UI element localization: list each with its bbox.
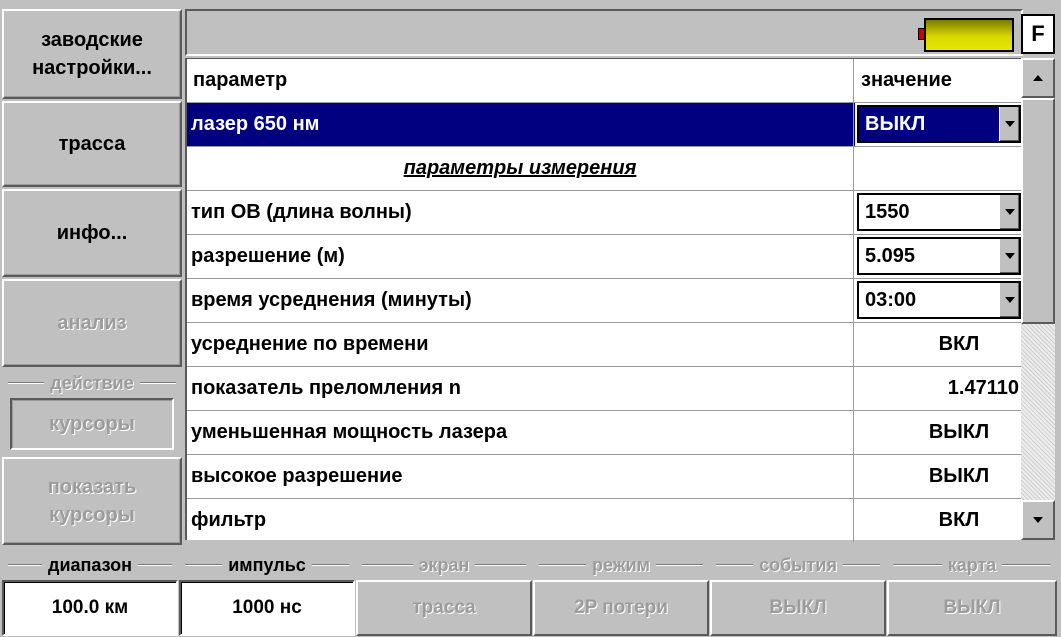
table-row[interactable]: уменьшенная мощность лазера ВЫКЛ [187,411,1023,455]
events-value: ВЫКЛ [769,597,827,618]
row-param: разрешение (м) [187,235,854,278]
events-label: события [759,554,837,575]
vertical-scrollbar[interactable] [1021,58,1055,540]
cursors-button[interactable]: курсоры [10,398,174,450]
table-row[interactable]: высокое разрешение ВЫКЛ [187,455,1023,499]
scroll-thumb[interactable] [1021,98,1055,324]
status-bar [185,9,1023,56]
chevron-down-icon[interactable] [999,239,1019,273]
table-row[interactable]: разрешение (м) 5.095 [187,235,1023,279]
row-param: тип ОВ (длина волны) [187,191,854,234]
map-value: ВЫКЛ [943,597,1001,618]
f-button-label: F [1031,21,1045,46]
combo-value: 03:00 [865,288,917,311]
mode-group: режим 2P потери [533,552,709,636]
row-param: время усреднения (минуты) [187,279,854,322]
screen-button[interactable]: трасса [356,580,532,636]
info-label: инфо... [56,222,128,244]
table-row[interactable]: показатель преломления n 1.47110 [187,367,1023,411]
trace-button[interactable]: трасса [2,101,182,187]
row-param: фильтр [187,499,854,542]
row-value[interactable]: 1.47110 [855,367,1023,410]
row-value[interactable]: ВКЛ [855,323,1023,366]
pulse-group: импульс 1000 нс [179,552,355,636]
row-value-cell: ВЫКЛ [855,103,1023,146]
range-group: диапазон 100.0 км [2,552,178,636]
range-value: 100.0 км [51,597,129,618]
row-value[interactable]: ВЫКЛ [855,455,1023,498]
mode-button[interactable]: 2P потери [533,580,709,636]
row-param: уменьшенная мощность лазера [187,411,854,454]
pulse-label: импульс [228,554,306,575]
f-button[interactable]: F [1021,14,1055,54]
chevron-down-icon[interactable] [999,195,1019,229]
row-param: высокое разрешение [187,455,854,498]
row-value-cell: 1550 [855,191,1023,234]
table-header: параметр значение [187,59,1023,103]
combo-value: 1550 [865,200,910,223]
table-row[interactable]: лазер 650 нм ВЫКЛ [187,103,1023,147]
info-button[interactable]: инфо... [2,189,182,277]
header-param: параметр [187,59,854,102]
range-label: диапазон [48,554,132,575]
screen-label: экран [418,554,470,575]
scroll-down-icon[interactable] [1021,500,1055,540]
table-row[interactable]: тип ОВ (длина волны) 1550 [187,191,1023,235]
screen-value: трасса [412,597,476,618]
row-value-cell: 03:00 [855,279,1023,322]
range-field[interactable]: 100.0 км [2,580,178,636]
show-cursors-label: показать курсоры [47,476,137,526]
laser650-select[interactable]: ВЫКЛ [857,105,1021,143]
action-group-label: действие [2,372,182,394]
row-param: лазер 650 нм [187,103,854,146]
row-value[interactable]: ВКЛ [855,499,1023,542]
trace-label: трасса [58,133,126,155]
row-value[interactable]: ВЫКЛ [855,411,1023,454]
row-value-cell: 5.095 [855,235,1023,278]
row-value-cell [855,147,1023,190]
combo-value: 5.095 [865,244,916,267]
show-cursors-button[interactable]: показать курсоры [2,457,182,545]
table-row[interactable]: время усреднения (минуты) 03:00 [187,279,1023,323]
chevron-down-icon[interactable] [999,283,1019,317]
action-group-text: действие [50,372,134,393]
map-group: карта ВЫКЛ [887,552,1057,636]
factory-settings-button[interactable]: заводские настройки... [2,9,182,99]
fiber-type-select[interactable]: 1550 [857,193,1021,231]
screen-group: экран трасса [356,552,532,636]
pulse-value: 1000 нс [232,597,302,618]
averaging-time-select[interactable]: 03:00 [857,281,1021,319]
table-row: параметры измерения [187,147,1023,191]
mode-label: режим [592,554,650,575]
factory-settings-label: заводские настройки... [32,29,152,79]
chevron-down-icon[interactable] [999,107,1019,141]
cursors-label: курсоры [49,413,135,435]
combo-value: ВЫКЛ [865,112,926,135]
analysis-label: анализ [57,312,127,334]
row-param: усреднение по времени [187,323,854,366]
section-title: параметры измерения [187,147,854,190]
parameters-table: параметр значение лазер 650 нм ВЫКЛ пара… [185,58,1023,543]
mode-value: 2P потери [574,597,668,618]
events-group: события ВЫКЛ [710,552,886,636]
map-button[interactable]: ВЫКЛ [887,580,1057,636]
battery-icon [924,18,1014,52]
scroll-up-icon[interactable] [1021,58,1055,98]
header-value: значение [861,69,952,91]
events-button[interactable]: ВЫКЛ [710,580,886,636]
table-row[interactable]: усреднение по времени ВКЛ [187,323,1023,367]
analysis-button[interactable]: анализ [2,279,182,367]
map-label: карта [947,554,997,575]
row-param: показатель преломления n [187,367,854,410]
resolution-select[interactable]: 5.095 [857,237,1021,275]
table-row[interactable]: фильтр ВКЛ [187,499,1023,543]
pulse-field[interactable]: 1000 нс [179,580,355,636]
